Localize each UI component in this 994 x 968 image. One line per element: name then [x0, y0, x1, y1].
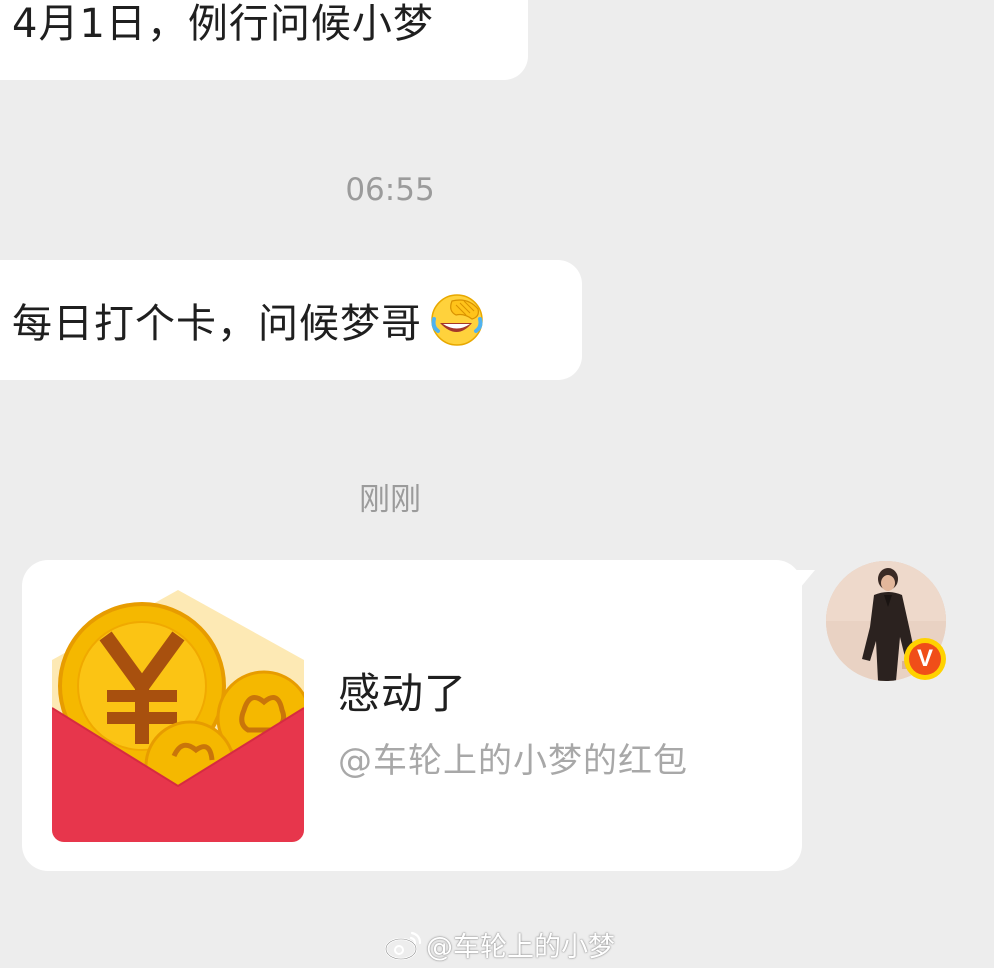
- red-packet-icon[interactable]: [52, 590, 304, 842]
- watermark: @车轮上的小梦: [384, 924, 615, 964]
- weibo-logo-icon: [384, 931, 422, 961]
- message-text: 每日打个卡，问候梦哥: [12, 301, 422, 347]
- bubble-tail: [795, 570, 815, 594]
- verified-badge-icon: V: [904, 638, 946, 680]
- timestamp: 06:55: [345, 172, 435, 208]
- message-bubble[interactable]: 4月1日，例行问候小梦: [0, 0, 528, 80]
- red-packet-title: 感动了: [338, 669, 468, 718]
- laugh-cry-facepalm-icon: [430, 293, 484, 347]
- message-text: 4月1日，例行问候小梦: [12, 1, 434, 47]
- red-packet-subtitle: @车轮上的小梦的红包: [338, 741, 688, 781]
- timestamp: 刚刚: [359, 482, 421, 518]
- watermark-text: @车轮上的小梦: [426, 931, 615, 963]
- message-bubble[interactable]: 每日打个卡，问候梦哥: [0, 260, 582, 380]
